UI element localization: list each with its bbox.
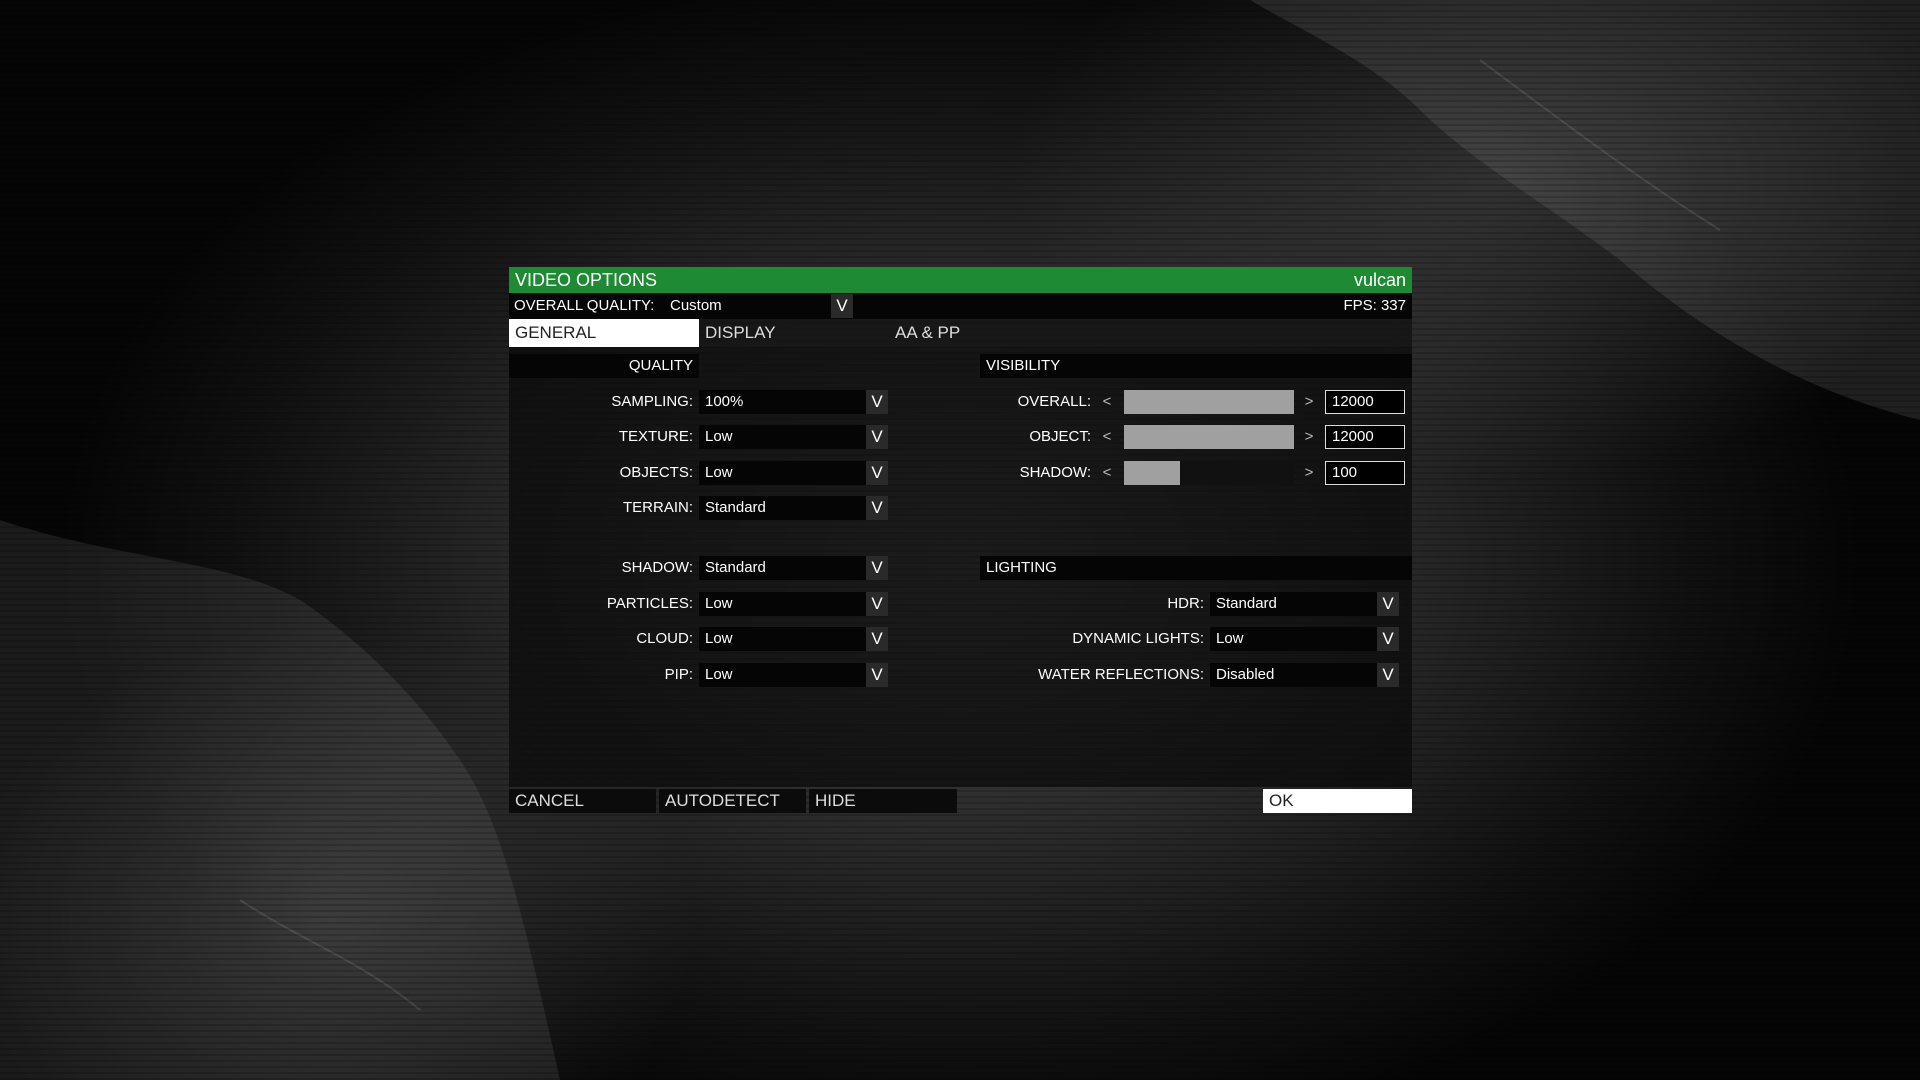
dropdown-value: Low — [705, 595, 733, 612]
hdr-label: HDR: — [1167, 595, 1204, 612]
title-bar: VIDEO OPTIONS vulcan — [509, 267, 1412, 293]
sampling-dropdown[interactable]: 100% V — [699, 390, 888, 414]
dynamic-lights-dropdown[interactable]: Low V — [1210, 627, 1399, 651]
terrain-dropdown[interactable]: Standard V — [699, 496, 888, 520]
dropdown-value: Low — [705, 630, 733, 647]
shadow-quality-label: SHADOW: — [621, 559, 693, 576]
tab-bar: GENERAL DISPLAY AA & PP — [509, 319, 1412, 347]
decrease-button[interactable]: < — [1100, 425, 1114, 449]
tab-general[interactable]: GENERAL — [509, 319, 699, 347]
visibility-shadow-input[interactable]: 100 — [1325, 461, 1405, 485]
hdr-dropdown[interactable]: Standard V — [1210, 592, 1399, 616]
chevron-down-icon[interactable]: V — [866, 627, 888, 651]
dropdown-value: 100% — [705, 393, 744, 410]
quality-heading: QUALITY — [509, 354, 699, 378]
visibility-shadow-label: SHADOW: — [1019, 464, 1091, 481]
chevron-down-icon[interactable]: V — [866, 425, 888, 449]
visibility-object-input[interactable]: 12000 — [1325, 425, 1405, 449]
pip-label: PIP: — [664, 666, 693, 683]
decrease-button[interactable]: < — [1100, 461, 1114, 485]
autodetect-button[interactable]: AUTODETECT — [659, 789, 806, 813]
tab-display[interactable]: DISPLAY — [699, 319, 889, 347]
particles-label: PARTICLES: — [606, 595, 693, 612]
dropdown-value: Custom — [670, 297, 722, 314]
increase-button[interactable]: > — [1302, 390, 1316, 414]
water-reflections-dropdown[interactable]: Disabled V — [1210, 663, 1399, 687]
overall-quality-row: OVERALL QUALITY: Custom V FPS: 337 — [509, 293, 1412, 319]
dialog-title: VIDEO OPTIONS — [515, 270, 658, 290]
lighting-heading: LIGHTING — [980, 556, 1412, 580]
chevron-down-icon[interactable]: V — [831, 294, 853, 318]
dropdown-value: Low — [705, 428, 733, 445]
cloud-dropdown[interactable]: Low V — [699, 627, 888, 651]
chevron-down-icon[interactable]: V — [866, 663, 888, 687]
visibility-overall-label: OVERALL: — [1017, 393, 1091, 410]
dropdown-value: Disabled — [1216, 666, 1275, 683]
chevron-down-icon[interactable]: V — [866, 556, 888, 580]
increase-button[interactable]: > — [1302, 461, 1316, 485]
dropdown-value: Low — [705, 666, 733, 683]
overall-quality-label: OVERALL QUALITY: — [514, 297, 655, 314]
decrease-button[interactable]: < — [1100, 390, 1114, 414]
visibility-overall-slider[interactable] — [1124, 390, 1294, 414]
visibility-object-slider[interactable] — [1124, 425, 1294, 449]
hide-button[interactable]: HIDE — [809, 789, 957, 813]
button-bar: CANCEL AUTODETECT HIDE OK — [509, 787, 1412, 813]
objects-dropdown[interactable]: Low V — [699, 461, 888, 485]
chevron-down-icon[interactable]: V — [866, 496, 888, 520]
dropdown-value: Standard — [705, 499, 766, 516]
chevron-down-icon[interactable]: V — [866, 390, 888, 414]
visibility-shadow-slider[interactable] — [1124, 461, 1294, 485]
slider-fill — [1124, 390, 1294, 414]
dropdown-value: Standard — [1216, 595, 1277, 612]
terrain-label: TERRAIN: — [622, 499, 693, 516]
water-reflections-label: WATER REFLECTIONS: — [1038, 666, 1204, 683]
chevron-down-icon[interactable]: V — [1377, 627, 1399, 651]
slider-fill — [1124, 461, 1181, 485]
chevron-down-icon[interactable]: V — [866, 592, 888, 616]
cloud-label: CLOUD: — [636, 630, 693, 647]
pip-dropdown[interactable]: Low V — [699, 663, 888, 687]
dropdown-value: Low — [705, 464, 733, 481]
chevron-down-icon[interactable]: V — [866, 461, 888, 485]
increase-button[interactable]: > — [1302, 425, 1316, 449]
dropdown-value: Low — [1216, 630, 1244, 647]
cancel-button[interactable]: CANCEL — [509, 789, 656, 813]
overall-quality-dropdown[interactable]: Custom V — [664, 294, 853, 318]
video-options-dialog: VIDEO OPTIONS vulcan OVERALL QUALITY: Cu… — [509, 267, 1412, 813]
dropdown-value: Standard — [705, 559, 766, 576]
chevron-down-icon[interactable]: V — [1377, 592, 1399, 616]
texture-dropdown[interactable]: Low V — [699, 425, 888, 449]
tab-aa-pp[interactable]: AA & PP — [889, 319, 1079, 347]
slider-fill — [1124, 425, 1294, 449]
shadow-quality-dropdown[interactable]: Standard V — [699, 556, 888, 580]
fps-counter: FPS: 337 — [1343, 297, 1406, 314]
ok-button[interactable]: OK — [1263, 789, 1412, 813]
dynamic-lights-label: DYNAMIC LIGHTS: — [1072, 630, 1204, 647]
texture-label: TEXTURE: — [618, 428, 693, 445]
settings-panel: QUALITY VISIBILITY SAMPLING: 100% V TEXT… — [509, 347, 1412, 787]
renderer-label: vulcan — [1353, 270, 1406, 290]
visibility-object-label: OBJECT: — [1029, 428, 1091, 445]
objects-label: OBJECTS: — [619, 464, 693, 481]
chevron-down-icon[interactable]: V — [1377, 663, 1399, 687]
visibility-heading: VISIBILITY — [980, 354, 1412, 378]
visibility-overall-input[interactable]: 12000 — [1325, 390, 1405, 414]
particles-dropdown[interactable]: Low V — [699, 592, 888, 616]
sampling-label: SAMPLING: — [611, 393, 693, 410]
